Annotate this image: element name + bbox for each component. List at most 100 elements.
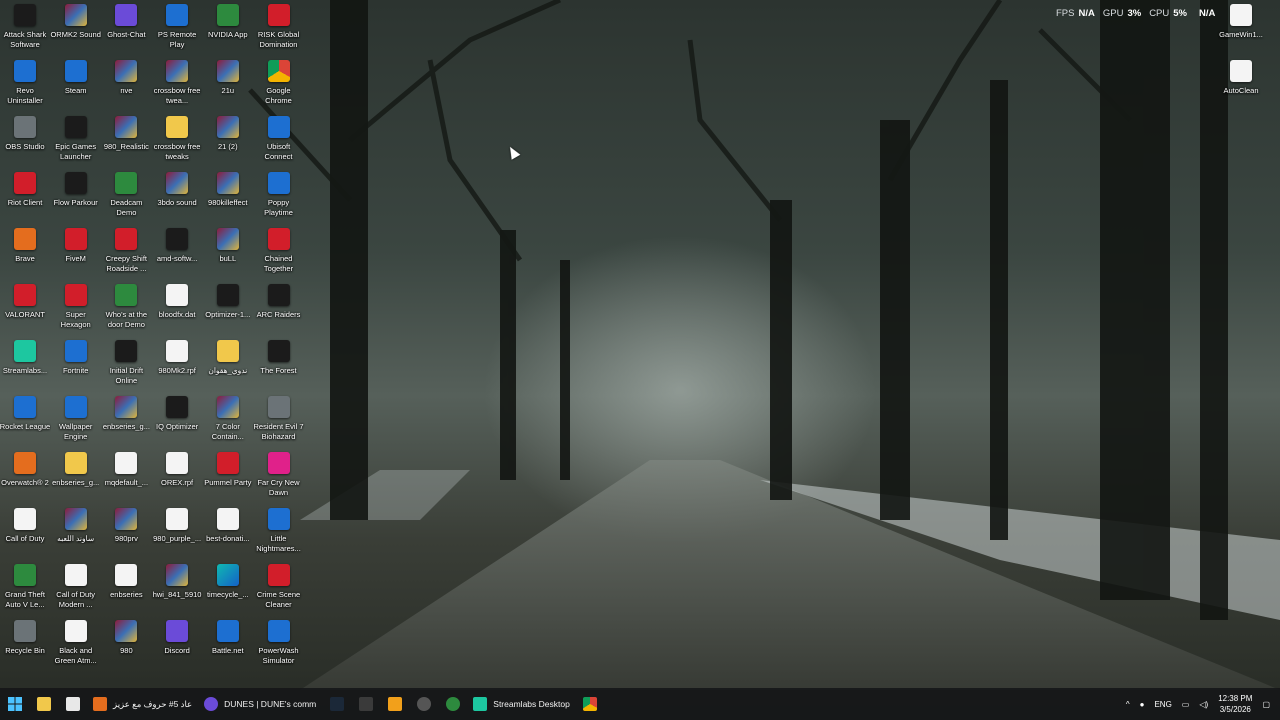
desktop-icon[interactable]: 980Mk2.rpf — [152, 336, 202, 392]
notification-icon[interactable]: ▢ — [1262, 700, 1270, 709]
clock[interactable]: 12:38 PM 3/5/2026 — [1218, 693, 1252, 715]
desktop-icon[interactable]: Epic Games Launcher — [51, 112, 101, 168]
desktop-icon[interactable]: crossbow free twea... — [152, 56, 202, 112]
desktop-icon[interactable]: Optimizer-1... — [203, 280, 253, 336]
desktop-icon[interactable]: Super Hexagon — [51, 280, 101, 336]
microphone-icon[interactable]: ● — [1140, 700, 1145, 709]
desktop-icon[interactable]: PS Remote Play — [152, 0, 202, 56]
desktop-icon[interactable]: best-donati... — [203, 504, 253, 560]
desktop-icon[interactable]: Chained Together — [254, 224, 304, 280]
desktop-icon[interactable]: Flow Parkour — [51, 168, 101, 224]
desktop-icon[interactable]: Ubisoft Connect — [254, 112, 304, 168]
desktop-icon[interactable]: Riot Client — [0, 168, 50, 224]
desktop-icon[interactable]: OBS Studio — [0, 112, 50, 168]
desktop-icon[interactable]: Ghost-Chat — [101, 0, 151, 56]
desktop-icon[interactable]: Who's at the door Demo — [101, 280, 151, 336]
taskbar-chrome[interactable] — [576, 688, 605, 720]
desktop-icon[interactable]: enbseries_g... — [101, 392, 151, 448]
desktop-icon[interactable]: timecycle_... — [203, 560, 253, 616]
desktop-icon[interactable]: NVIDIA App — [203, 0, 253, 56]
taskbar-app-misc[interactable] — [351, 688, 380, 720]
desktop-icon[interactable]: FiveM — [51, 224, 101, 280]
volume-icon[interactable]: ◁) — [1199, 700, 1208, 709]
desktop-icon[interactable]: mqdefault_... — [101, 448, 151, 504]
taskbar-app-orange[interactable] — [380, 688, 409, 720]
taskbar-obs[interactable] — [409, 688, 438, 720]
desktop-icon[interactable]: 980_purple_... — [152, 504, 202, 560]
network-icon[interactable]: ▭ — [1182, 700, 1190, 709]
desktop-icon[interactable]: ساوند اللعبه — [51, 504, 101, 560]
desktop-icon[interactable]: Wallpaper Engine — [51, 392, 101, 448]
desktop-icon[interactable]: Deadcam Demo — [101, 168, 151, 224]
desktop-icon[interactable]: Steam — [51, 56, 101, 112]
desktop-icon[interactable]: Grand Theft Auto V Le... — [0, 560, 50, 616]
optimizer-icon — [216, 284, 239, 306]
desktop-icon[interactable]: amd-softw... — [152, 224, 202, 280]
desktop-icon[interactable]: IQ Optimizer — [152, 392, 202, 448]
desktop-icon[interactable]: Brave — [0, 224, 50, 280]
desktop-icon[interactable]: AutoClean — [1216, 56, 1266, 112]
desktop-icon[interactable]: Initial Drift Online — [101, 336, 151, 392]
store-button[interactable] — [58, 688, 87, 720]
desktop-icon[interactable]: RISK Global Domination — [254, 0, 304, 56]
desktop-icon[interactable]: ندوي_هقوان — [203, 336, 253, 392]
desktop-icon[interactable]: Creepy Shift Roadside ... — [101, 224, 151, 280]
file-explorer-button[interactable] — [29, 688, 58, 720]
language-indicator[interactable]: ENG — [1154, 700, 1171, 709]
chrome-icon — [583, 697, 598, 711]
desktop-icon[interactable]: Revo Uninstaller — [0, 56, 50, 112]
desktop-icon[interactable]: Discord — [152, 616, 202, 672]
desktop-icon[interactable]: PowerWash Simulator — [254, 616, 304, 672]
desktop-icon[interactable]: 980killeffect — [203, 168, 253, 224]
desktop-icon[interactable]: Recycle Bin — [0, 616, 50, 672]
image-file-icon — [64, 620, 87, 642]
start-button[interactable] — [0, 688, 29, 720]
desktop-icon[interactable]: ARC Raiders — [254, 280, 304, 336]
desktop-icon[interactable]: 21 (2) — [203, 112, 253, 168]
desktop-icon[interactable]: Pummel Party — [203, 448, 253, 504]
taskbar-app-brave[interactable]: عاد 5# حروف مع عزيز — [87, 688, 198, 720]
desktop-icon[interactable]: 980prv — [101, 504, 151, 560]
desktop-icon[interactable]: The Forest — [254, 336, 304, 392]
desktop-icon[interactable]: Fortnite — [51, 336, 101, 392]
desktop-icon-label: buLL — [219, 254, 237, 263]
desktop-icon[interactable]: Streamlabs... — [0, 336, 50, 392]
desktop-icon[interactable]: Crime Scene Cleaner — [254, 560, 304, 616]
desktop-icon[interactable]: bloodfx.dat — [152, 280, 202, 336]
desktop-icon[interactable]: Overwatch® 2 — [0, 448, 50, 504]
desktop-icon[interactable]: Far Cry New Dawn — [254, 448, 304, 504]
desktop-icon[interactable]: crossbow free tweaks — [152, 112, 202, 168]
desktop-icon[interactable]: 980_Realistic — [101, 112, 151, 168]
desktop-icon[interactable]: Google Chrome — [254, 56, 304, 112]
desktop-icon[interactable]: enbseries — [101, 560, 151, 616]
desktop-icon[interactable]: 7 Color Contain... — [203, 392, 253, 448]
desktop-icon[interactable]: Battle.net — [203, 616, 253, 672]
desktop-icon[interactable]: Attack Shark Software — [0, 0, 50, 56]
desktop-icon[interactable]: 3bdo sound — [152, 168, 202, 224]
desktop-icon[interactable]: Poppy Playtime — [254, 168, 304, 224]
desktop-icon[interactable]: Little Nightmares... — [254, 504, 304, 560]
desktop-icon[interactable]: Call of Duty Modern ... — [51, 560, 101, 616]
chevron-up-icon[interactable]: ^ — [1126, 700, 1130, 709]
desktop-icon[interactable]: nve — [101, 56, 151, 112]
taskbar-xbox[interactable] — [438, 688, 467, 720]
taskbar-app-streamlabs[interactable]: Streamlabs Desktop — [467, 688, 576, 720]
desktop-icon[interactable]: Call of Duty — [0, 504, 50, 560]
desktop-icon-label: crossbow free twea... — [153, 86, 201, 105]
desktop-icon[interactable]: 980 — [101, 616, 151, 672]
desktop-icon[interactable]: 21u — [203, 56, 253, 112]
desktop-icon[interactable]: hwi_841_5910 — [152, 560, 202, 616]
steam-icon — [329, 697, 344, 711]
desktop-icon[interactable]: VALORANT — [0, 280, 50, 336]
taskbar-app-discord[interactable]: DUNES | DUNE's comm — [198, 688, 322, 720]
app-icon — [387, 697, 402, 711]
desktop-icon[interactable]: Black and Green Atm... — [51, 616, 101, 672]
desktop-icon[interactable]: OREX.rpf — [152, 448, 202, 504]
desktop-icon[interactable]: enbseries_g... — [51, 448, 101, 504]
desktop-icon[interactable]: GameWin1... — [1216, 0, 1266, 56]
desktop-icon[interactable]: Rocket League — [0, 392, 50, 448]
taskbar-steam[interactable] — [322, 688, 351, 720]
desktop-icon[interactable]: Resident Evil 7 Biohazard — [253, 392, 304, 448]
desktop-icon[interactable]: ORMK2 Sound — [50, 0, 101, 56]
desktop-icon[interactable]: buLL — [203, 224, 253, 280]
